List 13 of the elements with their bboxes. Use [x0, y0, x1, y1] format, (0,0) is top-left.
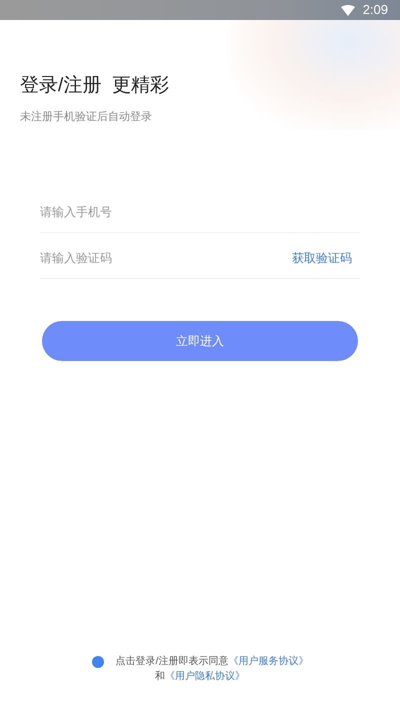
- wifi-icon: [340, 4, 355, 16]
- agree-checkbox[interactable]: [92, 656, 104, 668]
- page-title: 登录/注册 更精彩: [20, 74, 169, 98]
- status-time: 2:09: [362, 1, 388, 20]
- phone-field[interactable]: 请输入手机号: [40, 191, 360, 233]
- submit-button[interactable]: 立即进入: [42, 321, 358, 361]
- code-field[interactable]: 请输入验证码 获取验证码: [40, 237, 360, 279]
- service-agreement-link[interactable]: 《用户服务协议》: [228, 654, 308, 669]
- agreement-text: 点击登录/注册即表示同意: [116, 654, 228, 669]
- get-code-button[interactable]: 获取验证码: [292, 248, 352, 266]
- privacy-agreement-link[interactable]: 《用户隐私协议》: [165, 669, 245, 684]
- conjunction-text: 和: [155, 670, 165, 684]
- subtitle: 未注册手机验证后自动登录: [20, 110, 152, 124]
